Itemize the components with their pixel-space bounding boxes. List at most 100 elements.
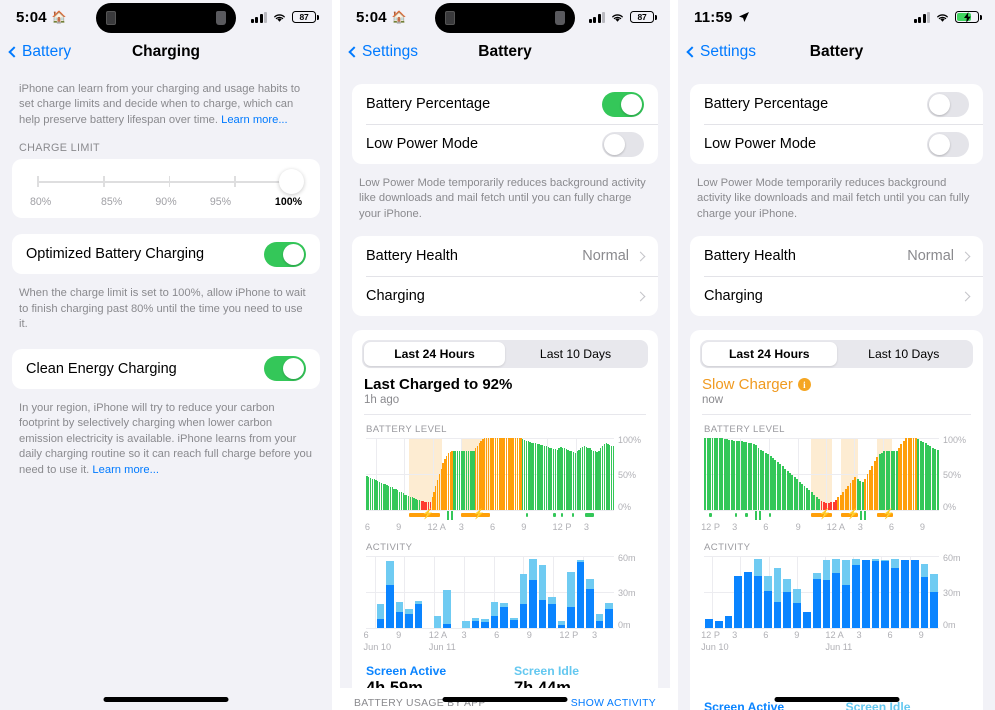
battery-health-label-2: Battery Health — [366, 248, 458, 265]
learn-more-link-1[interactable]: Learn more... — [221, 114, 288, 126]
panel-battery-settings-a: 5:04 🏠 87 Settings Battery Battery Perce… — [340, 0, 670, 710]
activity-bar-active — [900, 559, 909, 629]
learn-more-link-2[interactable]: Learn more... — [92, 464, 159, 476]
x-axis-tick: 9 — [919, 522, 926, 533]
back-button-settings-3[interactable]: Settings — [686, 43, 756, 61]
low-power-mode-toggle-3[interactable] — [927, 131, 969, 157]
x-axis-tick: 12 A — [826, 522, 846, 533]
charging-label-3: Charging — [704, 288, 763, 305]
activity-bar-idle — [793, 588, 801, 604]
y-axis-tick: 60m — [618, 552, 636, 563]
segmented-control-2[interactable]: Last 24 Hours Last 10 Days — [362, 340, 648, 369]
row-charging-3[interactable]: Charging — [690, 276, 983, 316]
tab-last-10-days-2[interactable]: Last 10 Days — [505, 342, 646, 366]
activity-bar-active — [405, 613, 413, 629]
back-button-battery[interactable]: Battery — [8, 43, 72, 61]
row-charging-2[interactable]: Charging — [352, 276, 658, 316]
row-battery-percentage-2[interactable]: Battery Percentage — [352, 84, 658, 124]
activity-bar-active — [920, 576, 929, 629]
battery-level-plot-3 — [704, 438, 939, 512]
status-time: 5:04 — [16, 8, 47, 26]
optimized-battery-charging-toggle[interactable] — [264, 241, 306, 267]
charge-strip-segment — [553, 513, 556, 518]
activity-bar-idle — [538, 564, 547, 600]
activity-bar-active — [930, 592, 939, 629]
activity-bar-idle — [842, 559, 850, 586]
clean-energy-footnote: In your region, iPhone will try to reduc… — [12, 389, 320, 478]
slider-tick-95 — [234, 176, 236, 188]
optimized-footnote: When the charge limit is set to 100%, al… — [19, 287, 306, 331]
activity-bar-idle — [548, 597, 556, 605]
chevron-right-icon-charging-3 — [960, 291, 971, 302]
tab-last-24-hours-3[interactable]: Last 24 Hours — [702, 342, 837, 367]
wifi-icon — [274, 13, 285, 22]
row-battery-health-3[interactable]: Battery Health Normal — [690, 236, 983, 276]
segmented-control-3[interactable]: Last 24 Hours Last 10 Days — [700, 340, 973, 369]
tick-label-80[interactable]: 80% — [30, 196, 84, 208]
battery-percentage-toggle-3[interactable] — [927, 91, 969, 117]
row-low-power-mode-2[interactable]: Low Power Mode — [352, 124, 658, 164]
activity-bar — [705, 618, 713, 629]
activity-bar — [920, 563, 929, 629]
x-axis-tick: 3 — [583, 522, 589, 533]
home-indicator-2 — [442, 697, 568, 702]
panel-battery-settings-b: 11:59 Settings Battery Battery Percentag… — [678, 0, 995, 710]
charging-bolt-mark: ⚡ — [421, 509, 435, 521]
activity-chart-title-2: ACTIVITY — [366, 542, 413, 554]
status-bar-panel3: 11:59 — [678, 0, 995, 34]
activity-bar-active — [773, 601, 782, 629]
activity-bar — [605, 603, 613, 629]
location-arrow-icon — [738, 12, 749, 22]
activity-bar-active — [812, 579, 821, 629]
charging-content: iPhone can learn from your charging and … — [0, 70, 332, 478]
slider-knob[interactable] — [279, 169, 304, 195]
low-power-mode-toggle-2[interactable] — [602, 131, 644, 157]
activity-bar — [861, 559, 870, 629]
activity-bar-idle — [529, 558, 537, 581]
row-battery-health-2[interactable]: Battery Health Normal — [352, 236, 658, 276]
battery-percentage-toggle-2[interactable] — [602, 91, 644, 117]
row-optimized-battery-charging[interactable]: Optimized Battery Charging — [12, 234, 320, 274]
battery-icon: 87 — [292, 11, 319, 23]
back-button-label: Battery — [22, 43, 72, 60]
activity-bar — [734, 575, 743, 629]
battery-percentage-text: 87 — [299, 12, 309, 22]
tick-label-90[interactable]: 90% — [139, 196, 193, 208]
charge-paused-mark — [446, 511, 449, 521]
activity-bar-idle — [753, 558, 762, 576]
activity-bar-active — [842, 585, 850, 629]
clean-energy-charging-toggle[interactable] — [264, 356, 306, 382]
charger-status-block-3: Slow Charger i now — [690, 368, 983, 406]
charge-strip-segment — [525, 513, 529, 518]
row-battery-percentage-3[interactable]: Battery Percentage — [690, 84, 983, 124]
tab-last-24-hours-2[interactable]: Last 24 Hours — [364, 342, 505, 367]
info-icon-3[interactable]: i — [797, 378, 811, 392]
activity-bar — [538, 564, 547, 629]
x-axis-tick: 3 — [458, 522, 464, 533]
clean-energy-footnote-body: In your region, iPhone will try to reduc… — [19, 401, 312, 476]
tick-label-95[interactable]: 95% — [193, 196, 247, 208]
show-activity-button-2[interactable]: SHOW ACTIVITY — [571, 698, 656, 709]
charge-limit-slider[interactable] — [32, 169, 304, 195]
battery-level-bars — [366, 438, 615, 511]
activity-bar — [595, 613, 604, 629]
activity-bar — [812, 573, 821, 629]
battery-links-card-3: Battery Health Normal Charging — [690, 236, 983, 317]
x-axis-tick: 6 — [363, 630, 369, 641]
activity-bar — [802, 611, 811, 629]
island-phone-icon-2 — [445, 11, 455, 25]
chevron-left-icon-2 — [348, 46, 360, 58]
row-clean-energy-charging[interactable]: Clean Energy Charging — [12, 349, 320, 389]
tab-last-10-days-3[interactable]: Last 10 Days — [837, 342, 972, 366]
back-button-settings-2[interactable]: Settings — [348, 43, 418, 61]
tick-label-85[interactable]: 85% — [84, 196, 138, 208]
island-recording-icon-2 — [555, 11, 565, 25]
activity-bar-idle — [443, 589, 451, 624]
activity-bar — [500, 603, 508, 629]
activity-bar — [471, 617, 480, 629]
charging-intro-text: iPhone can learn from your charging and … — [12, 70, 320, 128]
tick-label-100[interactable]: 100% — [248, 196, 302, 208]
charging-bolt-icon — [963, 11, 971, 23]
row-low-power-mode-3[interactable]: Low Power Mode — [690, 124, 983, 164]
charging-label-2: Charging — [366, 288, 425, 305]
